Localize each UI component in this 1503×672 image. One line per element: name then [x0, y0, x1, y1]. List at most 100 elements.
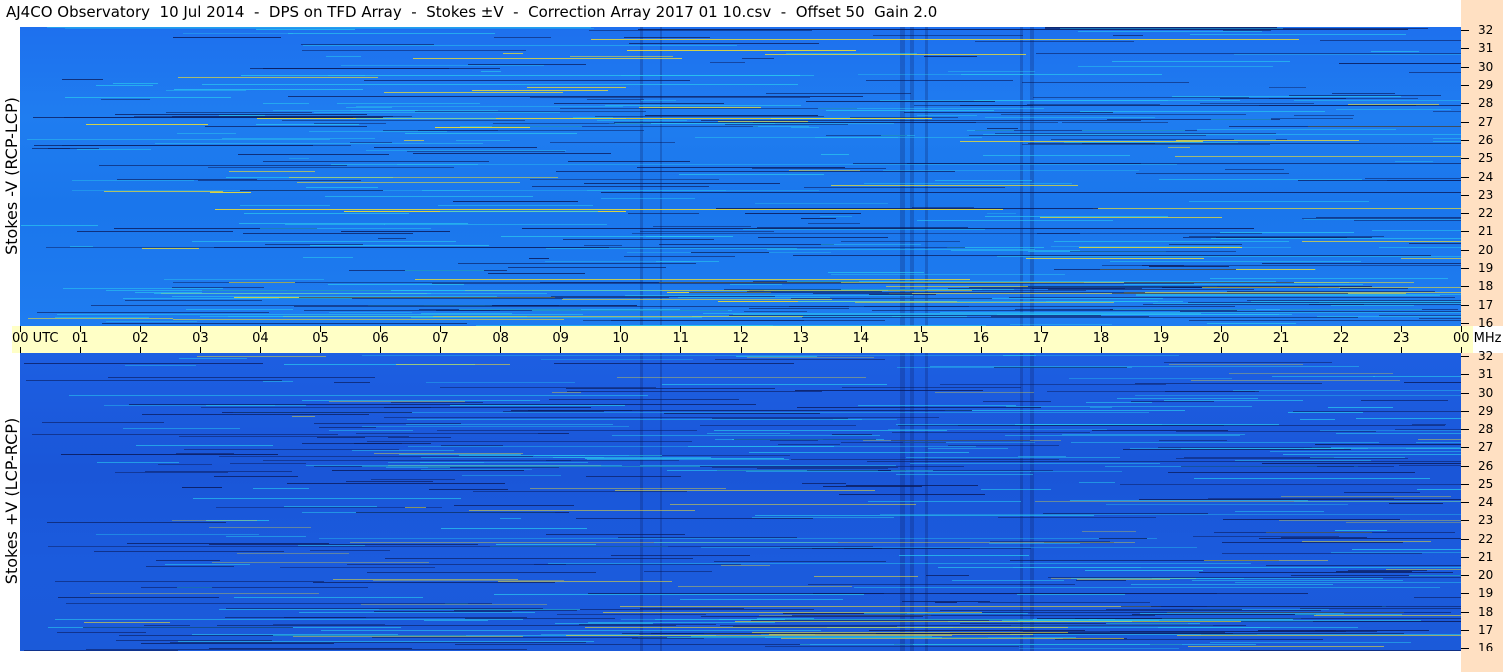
freq-tick: [1461, 556, 1469, 558]
spectrogram-streak: [563, 239, 714, 240]
freq-tick-label: 28: [1478, 422, 1494, 436]
spectrogram-streak: [407, 419, 862, 420]
freq-tick: [1461, 231, 1469, 233]
spectrogram-streak: [1404, 382, 1461, 383]
spectrogram-streak: [855, 302, 1114, 303]
spectrogram-streak: [96, 534, 259, 535]
spectrogram-streak: [362, 426, 629, 427]
spectrogram-streak: [700, 425, 856, 426]
spectrogram-streak: [1153, 303, 1461, 304]
time-tick-label: 00 UTC: [12, 331, 59, 346]
spectrogram-streak: [589, 30, 812, 31]
spectrogram-streak: [1047, 391, 1255, 392]
spectrogram-streak: [527, 87, 626, 88]
spectrogram-streak: [1304, 219, 1461, 220]
spectrogram-streak: [755, 515, 1094, 516]
spectrogram-streak: [1271, 118, 1353, 119]
spectrogram-streak: [1336, 571, 1412, 572]
spectrogram-streak: [289, 177, 558, 178]
spectrogram-streak: [1279, 520, 1461, 521]
freq-tick-label: 18: [1478, 604, 1494, 619]
spectrogram-streak: [1229, 126, 1461, 127]
spectrogram-streak: [1077, 579, 1170, 580]
spectrogram-streak: [1076, 580, 1126, 581]
spectrogram-streak: [1207, 323, 1296, 324]
spectrogram-streak: [65, 97, 231, 98]
spectrogram-streak: [113, 83, 158, 84]
spectrogram-streak: [940, 312, 1461, 313]
spectrogram-streak: [802, 483, 846, 484]
spectrogram-streak: [701, 616, 923, 617]
spectrogram-streak: [1313, 621, 1461, 622]
spectrogram-streak: [744, 311, 807, 312]
spectrogram-streak: [282, 120, 525, 121]
spectrogram-streak: [842, 387, 1021, 388]
spectrogram-streak: [625, 295, 913, 296]
spectrogram-streak: [356, 118, 496, 119]
spectrogram-streak: [219, 115, 265, 116]
spectrogram-streak: [814, 576, 918, 577]
spectrogram-streak: [1026, 258, 1204, 259]
time-tick-label: 10: [612, 331, 629, 346]
spectrogram-streak: [319, 538, 1157, 539]
spectrogram-streak: [641, 100, 676, 101]
spectrogram-streak: [850, 117, 958, 118]
spectrogram-streak: [715, 359, 885, 360]
spectrogram-streak: [243, 233, 413, 234]
spectrogram-streak: [1401, 258, 1461, 259]
freq-tick: [1461, 611, 1469, 613]
spectrogram-streak: [1009, 297, 1455, 298]
spectrogram-streak: [208, 167, 454, 168]
spectrogram-streak: [896, 474, 1033, 475]
spectrogram-streak: [1106, 609, 1242, 610]
freq-tick: [1461, 249, 1469, 251]
spectrogram-streak: [310, 550, 390, 551]
spectrogram-streak: [1191, 380, 1400, 381]
spectrogram-streak: [869, 294, 936, 295]
spectrogram-streak: [179, 436, 409, 437]
spectrogram-streak: [639, 107, 761, 108]
spectrogram-streak: [844, 548, 882, 549]
spectrogram-streak: [736, 356, 817, 357]
spectrogram-streak: [1229, 373, 1393, 374]
spectrogram-streak: [197, 356, 326, 357]
spectrogram-streak: [566, 388, 775, 389]
spectrogram-streak: [560, 108, 857, 109]
spectrogram-streak: [624, 37, 710, 38]
spectrogram-streak: [494, 594, 864, 595]
freq-tick-label: 19: [1478, 586, 1494, 601]
spectrogram-streak: [1189, 320, 1461, 321]
freq-tick-label: 22: [1478, 206, 1494, 221]
time-tick-label: 01: [72, 331, 89, 346]
spectrogram-streak: [1204, 560, 1328, 561]
spectrogram-streak: [584, 183, 780, 184]
spectrogram-streak: [178, 641, 594, 642]
spectrogram-streak: [570, 56, 673, 57]
freq-tick-label: 23: [1478, 513, 1494, 528]
spectrogram-streak: [758, 237, 888, 238]
spectrogram-streak: [864, 183, 1072, 184]
spectrogram-streak: [200, 316, 433, 317]
spectrogram-streak: [57, 632, 146, 633]
time-tick-label: 18: [1092, 331, 1110, 346]
spectrogram-streak: [983, 155, 1130, 156]
spectrogram-streak: [1335, 530, 1387, 531]
spectrogram-streak: [880, 514, 1461, 515]
spectrogram-streak: [1269, 98, 1418, 99]
spectrogram-streak: [530, 488, 726, 489]
spectrogram-streak: [129, 404, 756, 405]
spectrogram-streak: [1189, 236, 1384, 237]
spectrogram-streak: [378, 238, 406, 239]
freq-tick: [1461, 575, 1469, 576]
spectrogram-streak: [1168, 472, 1415, 473]
spectrogram-streak: [116, 640, 272, 641]
freq-tick-label: 20: [1478, 242, 1494, 257]
spectrogram-streak: [552, 392, 581, 393]
spectrogram-streak: [743, 229, 985, 230]
spectrogram-streak: [1336, 433, 1461, 434]
spectrogram-streak: [1223, 519, 1400, 520]
freq-tick: [1461, 410, 1469, 412]
spectrogram-streak: [212, 562, 429, 563]
spectrogram-streak: [1054, 241, 1289, 242]
spectrogram-streak: [866, 80, 1013, 81]
